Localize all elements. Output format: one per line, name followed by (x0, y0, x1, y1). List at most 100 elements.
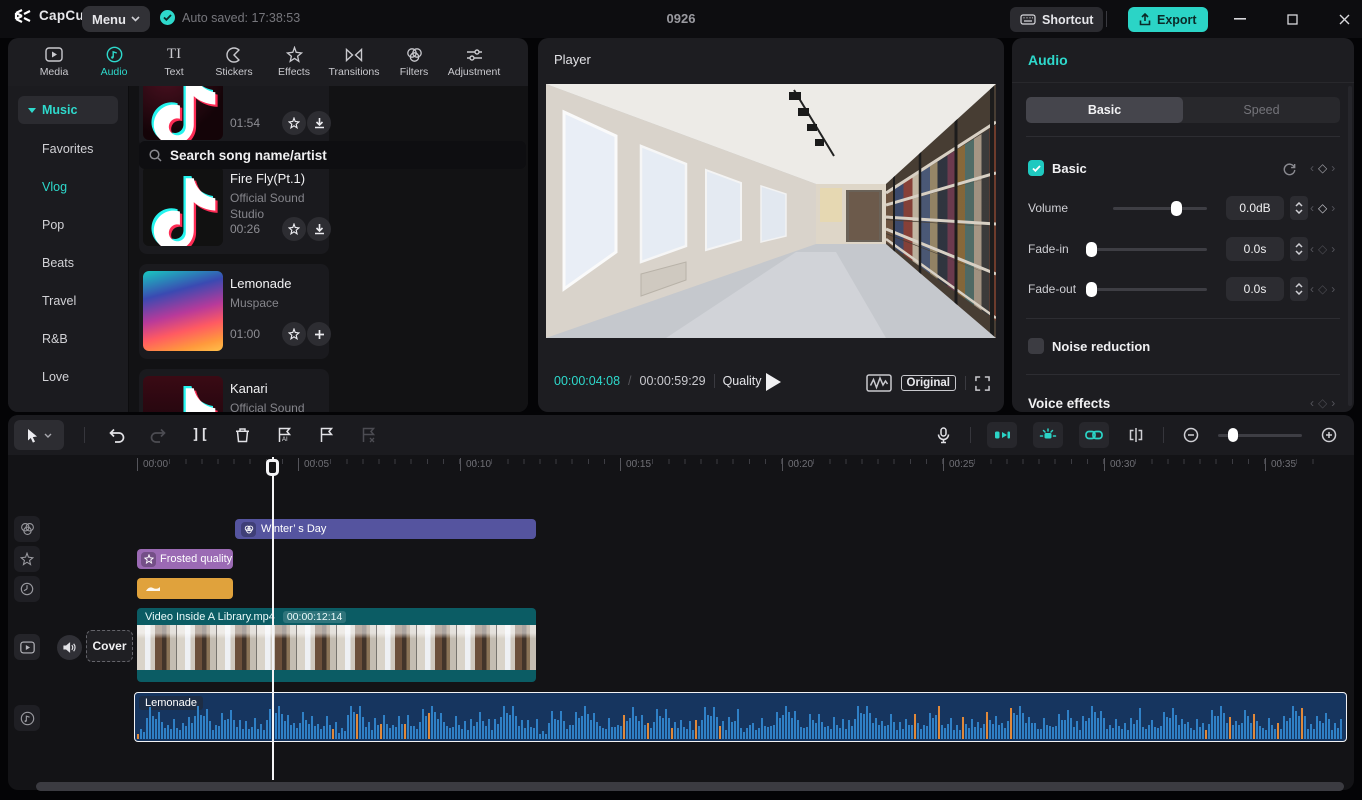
keyframe-controls[interactable]: ‹◇› (1310, 396, 1335, 410)
timeline-zoom-handle[interactable] (1228, 428, 1238, 442)
song-card[interactable]: Lemonade Muspace 01:00 (139, 264, 329, 359)
sticker-clip[interactable] (137, 578, 233, 599)
fade-in-value[interactable]: 0.0s (1226, 237, 1284, 261)
maximize-button[interactable] (1279, 6, 1305, 32)
horizontal-scrollbar[interactable] (36, 782, 1344, 791)
close-button[interactable] (1331, 6, 1357, 32)
keyframe-controls[interactable]: ‹◇› (1310, 282, 1335, 296)
redo-button[interactable] (147, 424, 169, 446)
playhead[interactable] (266, 459, 279, 476)
text-clip[interactable]: Winter’ s Day (235, 519, 536, 539)
waveform-bar (1199, 727, 1201, 739)
tab-transitions[interactable]: Transitions (324, 38, 384, 86)
tab-stickers[interactable]: Stickers (204, 38, 264, 86)
volume-stepper[interactable] (1290, 196, 1308, 220)
fade-in-slider[interactable] (1086, 248, 1207, 251)
link-toggle[interactable] (1079, 422, 1109, 448)
tab-media[interactable]: Media (24, 38, 84, 86)
noise-reduction-checkbox[interactable] (1028, 338, 1044, 354)
tab-text[interactable]: TI Text (144, 38, 204, 86)
original-resolution-button[interactable]: Original (901, 375, 956, 391)
basic-checkbox[interactable] (1028, 160, 1044, 176)
minimize-button[interactable] (1227, 6, 1253, 32)
record-voiceover-button[interactable] (932, 424, 954, 446)
audio-clip[interactable]: Lemonade (134, 692, 1347, 742)
sidebar-item-beats[interactable]: Beats (8, 244, 128, 282)
waveform-bar (1238, 725, 1240, 739)
undo-button[interactable] (105, 424, 127, 446)
favorite-star-button[interactable] (282, 217, 306, 241)
sidebar-item-love[interactable]: Love (8, 358, 128, 396)
timeline-ruler[interactable]: 00:00 00:05 00:10 00:15 00:20 00:25 00:3… (8, 455, 1354, 477)
split-button[interactable]: ][ (189, 424, 211, 446)
export-button[interactable]: Export (1128, 7, 1208, 32)
waveform-bar (527, 720, 529, 739)
keyframe-controls[interactable]: ‹◇› (1310, 242, 1335, 256)
sidebar-item-vlog[interactable]: Vlog (8, 168, 128, 206)
sidebar-item-pop[interactable]: Pop (8, 206, 128, 244)
add-to-timeline-button[interactable] (307, 322, 331, 346)
song-card[interactable]: Fire Fly(Pt.1) Official Sound Studio 00:… (139, 159, 329, 254)
scrollbar[interactable] (1348, 86, 1352, 406)
waveform-bar (512, 706, 514, 739)
fade-out-slider[interactable] (1086, 288, 1207, 291)
song-card[interactable]: 01:54 (139, 86, 329, 148)
tab-adjustment[interactable]: Adjustment (444, 38, 504, 86)
sidebar-item-favorites[interactable]: Favorites (8, 130, 128, 168)
select-tool-button[interactable] (14, 420, 64, 450)
video-clip[interactable]: Video Inside A Library.mp4 00:00:12:14 (137, 608, 536, 682)
waveform-bar (329, 725, 331, 739)
volume-slider[interactable] (1113, 207, 1207, 210)
preview-axis-button[interactable] (1125, 424, 1147, 446)
fade-in-stepper[interactable] (1290, 237, 1308, 261)
waveform-bar (644, 725, 646, 739)
download-button[interactable] (307, 217, 331, 241)
tab-speed[interactable]: Speed (1183, 97, 1340, 123)
volume-value[interactable]: 0.0dB (1226, 196, 1284, 220)
fade-out-slider-handle[interactable] (1086, 282, 1097, 297)
fade-out-value[interactable]: 0.0s (1226, 277, 1284, 301)
download-button[interactable] (307, 111, 331, 135)
zoom-out-button[interactable] (1180, 424, 1202, 446)
song-card[interactable]: Kanari Official Sound (139, 369, 329, 412)
ai-marker-button[interactable]: AI (273, 424, 295, 446)
waveform-bar (680, 720, 682, 739)
waveform-bar (161, 722, 163, 739)
waveform-bar (1106, 729, 1108, 739)
fade-in-slider-handle[interactable] (1086, 242, 1097, 257)
waveform-bar (746, 728, 748, 739)
magnetic-snap-toggle[interactable] (1033, 422, 1063, 448)
track-volume-button[interactable] (57, 635, 82, 660)
tab-basic[interactable]: Basic (1026, 97, 1183, 123)
waveform-bar (851, 726, 853, 739)
timeline-zoom-slider[interactable] (1218, 434, 1302, 437)
waveform-view-button[interactable] (866, 374, 892, 392)
zoom-in-button[interactable] (1318, 424, 1340, 446)
favorite-star-button[interactable] (282, 111, 306, 135)
volume-slider-handle[interactable] (1171, 201, 1182, 216)
sidebar-item-music[interactable]: Music (18, 96, 118, 124)
favorite-star-button[interactable] (282, 322, 306, 346)
keyframe-controls[interactable]: ‹◇› (1310, 201, 1335, 215)
delete-button[interactable] (231, 424, 253, 446)
sidebar-item-travel[interactable]: Travel (8, 282, 128, 320)
flag-button[interactable] (315, 424, 337, 446)
tab-filters[interactable]: Filters (384, 38, 444, 86)
tab-audio[interactable]: Audio (84, 38, 144, 86)
cover-button[interactable]: Cover (86, 630, 133, 662)
reset-icon[interactable] (1282, 161, 1297, 176)
sidebar-item-rnb[interactable]: R&B (8, 320, 128, 358)
fade-out-stepper[interactable] (1290, 277, 1308, 301)
auto-ripple-toggle[interactable] (987, 422, 1017, 448)
remove-flag-button[interactable] (357, 424, 379, 446)
tab-effects[interactable]: Effects (264, 38, 324, 86)
play-button[interactable] (766, 373, 781, 391)
shortcut-button[interactable]: Shortcut (1010, 7, 1103, 32)
fullscreen-icon[interactable] (975, 376, 990, 391)
waveform-bar (1061, 720, 1063, 739)
search-bar[interactable] (139, 141, 526, 169)
waveform-bar (1121, 729, 1123, 739)
keyframe-controls[interactable]: ‹◇› (1310, 161, 1335, 175)
search-input[interactable] (170, 148, 490, 163)
effect-clip[interactable]: Frosted quality (137, 549, 233, 569)
